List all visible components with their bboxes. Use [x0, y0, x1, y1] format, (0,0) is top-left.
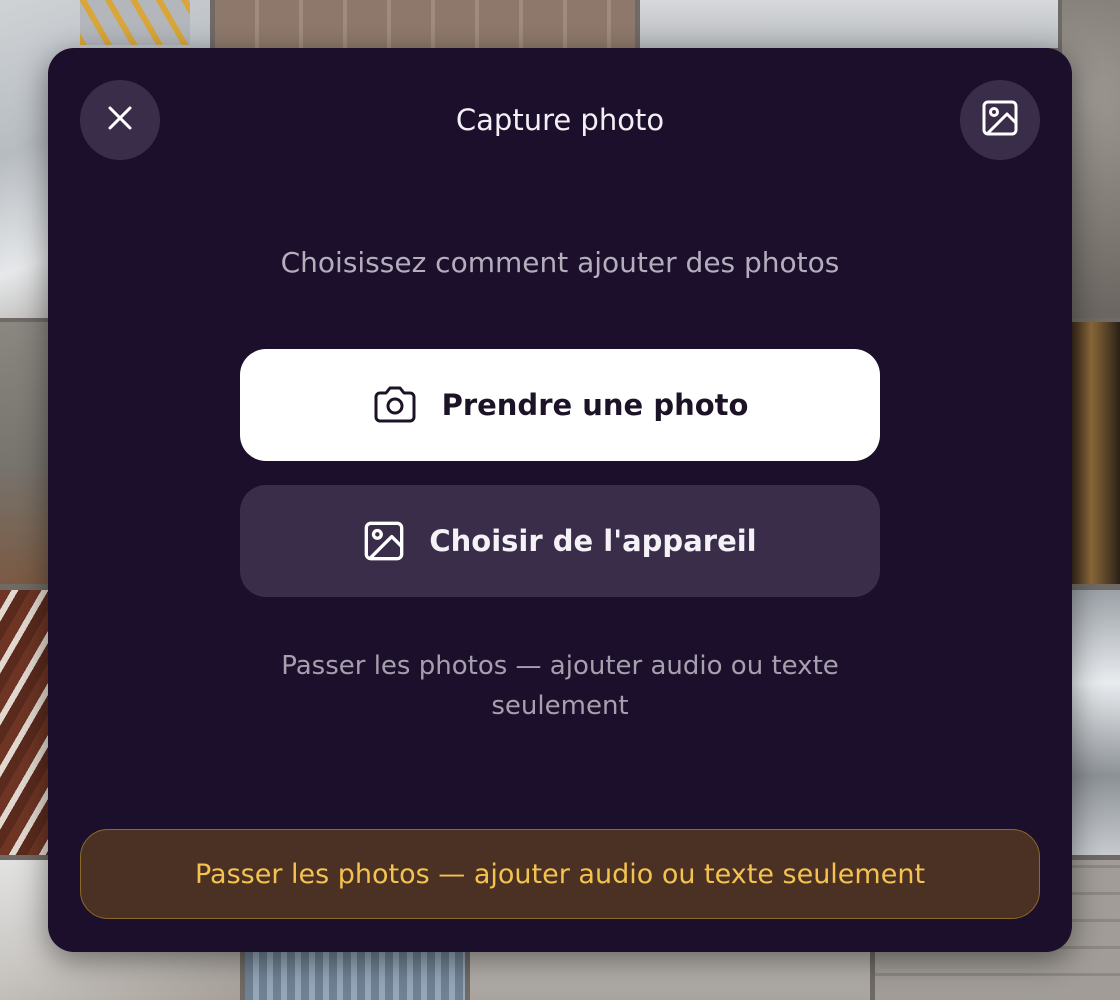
- choose-from-device-label: Choisir de l'appareil: [429, 524, 757, 558]
- skip-photos-link[interactable]: Passer les photos — ajouter audio ou tex…: [248, 646, 872, 726]
- take-photo-label: Prendre une photo: [441, 388, 749, 422]
- backdrop-photo: [0, 590, 48, 855]
- choose-from-device-button[interactable]: Choisir de l'appareil: [240, 485, 880, 597]
- photo-capture-modal: Capture photo Choisissez comment ajouter…: [48, 48, 1072, 952]
- take-photo-button[interactable]: Prendre une photo: [240, 349, 880, 461]
- camera-icon: [372, 385, 418, 425]
- backdrop-photo: [0, 322, 48, 584]
- image-icon: [363, 520, 405, 562]
- modal-subtitle: Choisissez comment ajouter des photos: [280, 246, 840, 279]
- backdrop-photo: [1072, 322, 1120, 584]
- modal-title: Capture photo: [455, 103, 665, 137]
- image-icon: [981, 99, 1019, 141]
- backdrop-photo: [1072, 590, 1120, 855]
- skip-photos-button[interactable]: Passer les photos — ajouter audio ou tex…: [80, 829, 1040, 919]
- backdrop-photo: [640, 0, 1058, 48]
- skip-photos-button-label: Passer les photos — ajouter audio ou tex…: [194, 858, 926, 890]
- backdrop-photo: [80, 0, 190, 45]
- backdrop-photo: [215, 0, 635, 48]
- gallery-button[interactable]: [960, 80, 1040, 160]
